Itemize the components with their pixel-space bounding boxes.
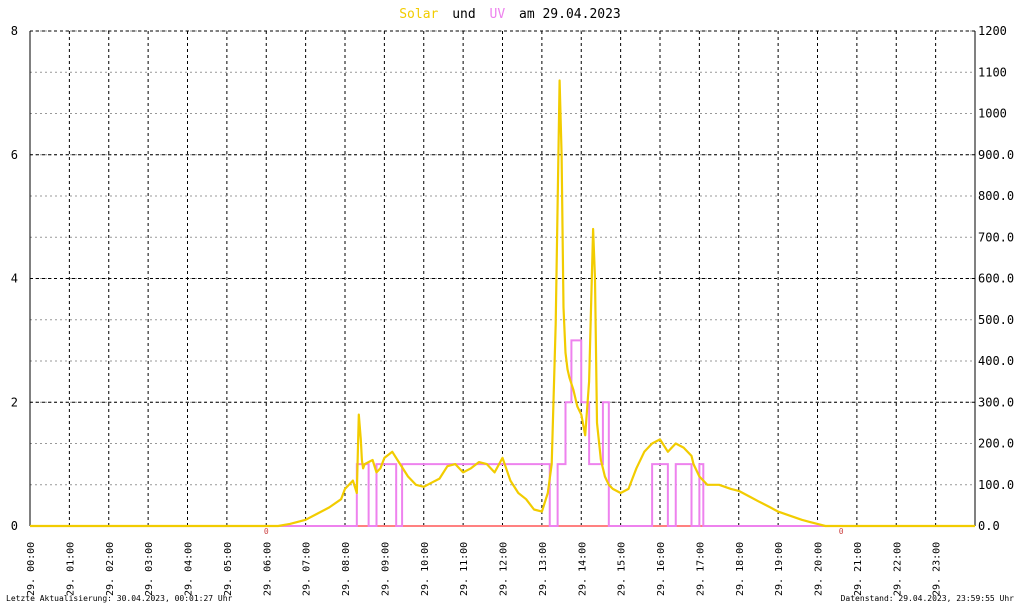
right-axis-tick-label: 400.0 bbox=[978, 354, 1014, 368]
chart-root: Solar und UV am 29.04.2023 0 2 4 6 8 0.0 100.0… bbox=[0, 0, 1020, 606]
x-axis-tick-label: 29. 10:00 bbox=[420, 542, 431, 596]
x-axis-tick-label: 29. 12:00 bbox=[499, 542, 510, 596]
grid-layer bbox=[29, 30, 976, 527]
right-axis-tick-label: 600.0 bbox=[978, 272, 1014, 286]
annotation-sunset: 0 bbox=[839, 527, 844, 536]
right-axis-tick-label: 1200 bbox=[978, 24, 1007, 38]
right-axis-tick-label: 700.0 bbox=[978, 230, 1014, 244]
x-axis-tick-label: 29. 23:00 bbox=[932, 542, 943, 596]
x-axis-tick-label: 29. 09:00 bbox=[380, 542, 391, 596]
left-axis-tick-label: 8 bbox=[11, 24, 18, 38]
left-axis-tick-label: 2 bbox=[11, 395, 18, 409]
x-axis-tick-label: 29. 20:00 bbox=[814, 542, 825, 596]
left-axis-tick-label: 4 bbox=[11, 272, 18, 286]
right-axis-tick-label: 800.0 bbox=[978, 189, 1014, 203]
x-axis-tick-label: 29. 13:00 bbox=[538, 542, 549, 596]
title-solar: Solar bbox=[399, 7, 438, 22]
x-axis-tick-label: 29. 21:00 bbox=[853, 542, 864, 596]
left-axis-tick-label: 0 bbox=[11, 519, 18, 533]
footer-last-update: Letzte Aktualisierung: 30.04.2023, 00:01… bbox=[6, 594, 233, 603]
x-axis-tick-label: 29. 05:00 bbox=[223, 542, 234, 596]
annotation-sunrise: 0 bbox=[264, 527, 269, 536]
x-axis-tick-label: 29. 03:00 bbox=[144, 542, 155, 596]
footer-data-status: Datenstand: 29.04.2023, 23:59:55 Uhr bbox=[841, 594, 1015, 603]
right-axis-tick-label: 500.0 bbox=[978, 313, 1014, 327]
x-axis-tick-label: 29. 02:00 bbox=[105, 542, 116, 596]
right-axis-tick-label: 1100 bbox=[978, 65, 1007, 79]
x-axis-tick-label: 29. 00:00 bbox=[26, 542, 37, 596]
x-axis-tick-label: 29. 17:00 bbox=[695, 542, 706, 596]
right-axis-tick-label: 900.0 bbox=[978, 148, 1014, 162]
x-axis-tick-label: 29. 19:00 bbox=[774, 542, 785, 596]
x-axis-tick-label: 29. 06:00 bbox=[262, 542, 273, 596]
right-axis-tick-label: 300.0 bbox=[978, 395, 1014, 409]
title-und: und bbox=[452, 7, 475, 22]
x-axis-tick-label: 29. 16:00 bbox=[656, 542, 667, 596]
title-uv: UV bbox=[490, 7, 506, 22]
x-axis-tick-label: 29. 11:00 bbox=[459, 542, 470, 596]
x-axis-tick-label: 29. 08:00 bbox=[341, 542, 352, 596]
right-axis-tick-label: 0.0 bbox=[978, 519, 1000, 533]
x-axis-tick-label: 29. 14:00 bbox=[577, 542, 588, 596]
x-axis-tick-label: 29. 04:00 bbox=[184, 542, 195, 596]
right-axis-tick-label: 1000 bbox=[978, 107, 1007, 121]
chart-canvas: Solar und UV am 29.04.2023 0 2 4 6 8 0.0 100.0… bbox=[6, 7, 1015, 603]
axis-layer: 0 2 4 6 8 0.0 100.0 200.0 300.0 400.0 500.0 600.0 70… bbox=[11, 24, 1014, 596]
x-axis-tick-label: 29. 01:00 bbox=[65, 542, 76, 596]
x-axis-tick-label: 29. 22:00 bbox=[892, 542, 903, 596]
title-date: am 29.04.2023 bbox=[519, 7, 621, 22]
x-axis-tick-label: 29. 15:00 bbox=[617, 542, 628, 596]
x-axis-tick-label: 29. 18:00 bbox=[735, 542, 746, 596]
x-axis-tick-label: 29. 07:00 bbox=[302, 542, 313, 596]
chart-title: Solar und UV am 29.04.2023 bbox=[399, 7, 621, 22]
right-axis-tick-label: 100.0 bbox=[978, 478, 1014, 492]
right-axis-tick-label: 200.0 bbox=[978, 437, 1014, 451]
left-axis-tick-label: 6 bbox=[11, 148, 18, 162]
